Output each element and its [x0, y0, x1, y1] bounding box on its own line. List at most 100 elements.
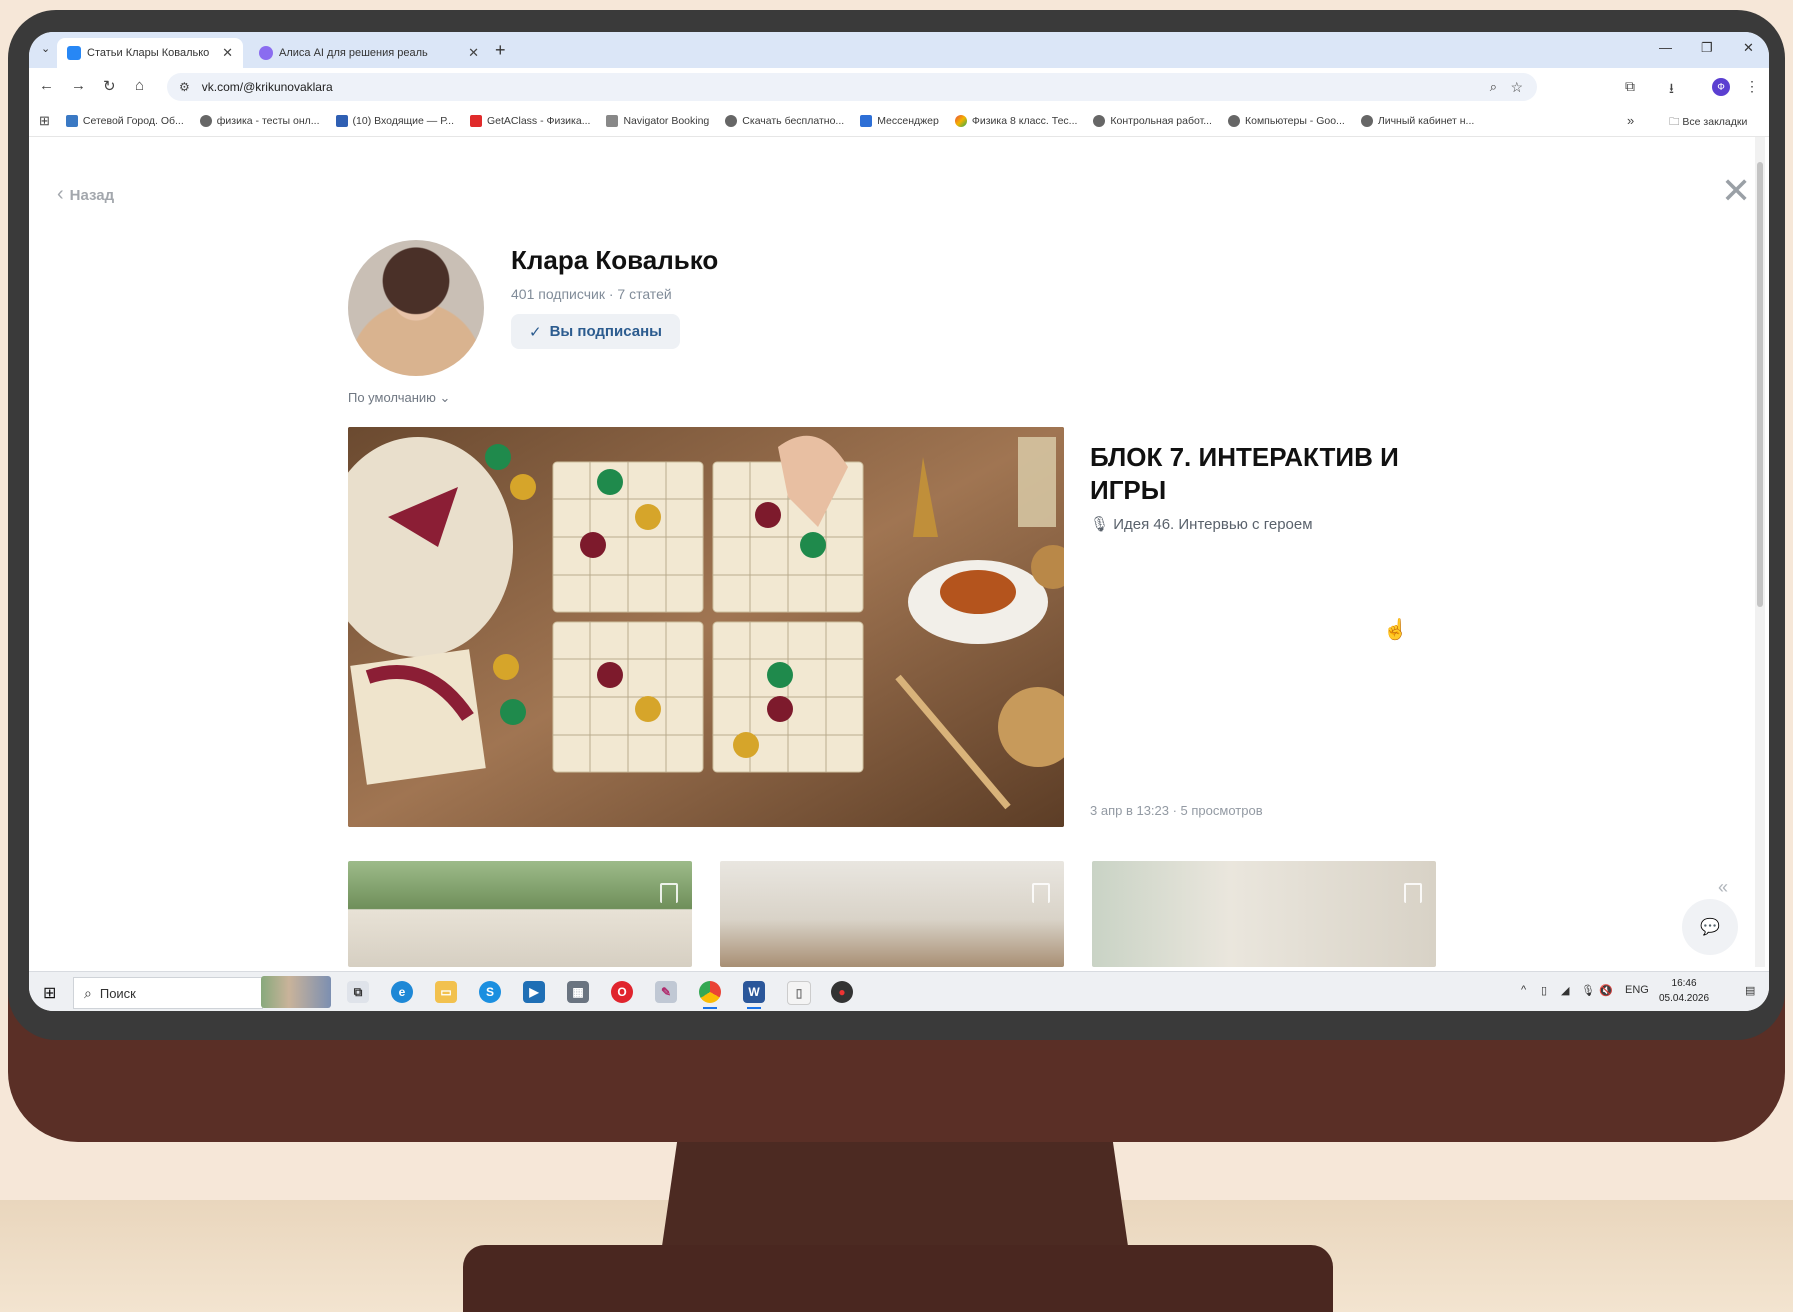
bookmark-item[interactable]: Контрольная работ...: [1093, 115, 1212, 127]
screen: ⌄ Статьи Клары Ковалько ✕ Алиса AI для р…: [29, 32, 1769, 1011]
bookmark-item[interactable]: Компьютеры - Goo...: [1227, 115, 1345, 127]
search-highlight-image[interactable]: [261, 976, 331, 1008]
windows-start-icon[interactable]: ⊞: [43, 983, 56, 1003]
chevron-left-icon: ‹: [57, 183, 64, 205]
menu-kebab-icon[interactable]: ⋮: [1745, 78, 1759, 95]
home-icon[interactable]: ⌂: [135, 77, 144, 94]
bookmark-icon[interactable]: [660, 883, 678, 903]
article-card-thumbnail[interactable]: [720, 861, 1064, 967]
site-settings-icon[interactable]: ⚙: [179, 80, 190, 94]
game-boards-illustration: [348, 427, 1064, 827]
all-bookmarks-button[interactable]: 🗀 Все закладки: [1669, 114, 1747, 132]
forward-arrow-icon[interactable]: →: [71, 77, 86, 94]
back-arrow-icon[interactable]: ←: [39, 77, 54, 94]
navigator-icon: [606, 115, 619, 127]
author-stats: 401 подписчик · 7 статей: [511, 286, 672, 302]
collapse-double-chevron-icon[interactable]: «: [1718, 877, 1728, 898]
paint-icon[interactable]: ✎: [655, 981, 677, 1003]
bookmark-item[interactable]: Navigator Booking: [606, 115, 709, 127]
bookmark-label: Скачать бесплатно...: [742, 115, 845, 127]
recorder-icon[interactable]: ●: [831, 981, 853, 1003]
reload-icon[interactable]: ↻: [103, 77, 116, 95]
bookmark-label: Мессенджер: [877, 115, 939, 127]
bookmark-icon[interactable]: [1032, 883, 1050, 903]
bookmark-item[interactable]: Физика 8 класс. Тес...: [954, 115, 1077, 127]
restore-icon[interactable]: ❐: [1701, 40, 1713, 56]
tab-vk-articles[interactable]: Статьи Клары Ковалько ✕: [57, 38, 243, 68]
featured-article-meta: 3 апр в 13:23 · 5 просмотров: [1090, 803, 1263, 818]
tab-title: Алиса AI для решения реаль: [279, 47, 428, 59]
download-icon[interactable]: ⭳: [1669, 78, 1674, 102]
author-name[interactable]: Клара Ковалько: [511, 245, 718, 276]
bookmark-item[interactable]: Личный кабинет н...: [1360, 115, 1475, 127]
word-icon[interactable]: W: [743, 981, 765, 1009]
tab-strip: ⌄ Статьи Клары Ковалько ✕ Алиса AI для р…: [29, 32, 1769, 68]
calculator-icon[interactable]: ▦: [567, 981, 589, 1003]
grid-icon: [65, 115, 78, 127]
bookmark-item[interactable]: (10) Входящие — Р...: [335, 115, 454, 127]
apps-grid-icon[interactable]: ⊞: [39, 113, 50, 129]
bookmark-label: Navigator Booking: [623, 115, 710, 127]
wifi-icon[interactable]: ◢: [1561, 984, 1569, 997]
chat-bubble-icon[interactable]: 💬: [1682, 899, 1738, 955]
speaker-muted-icon[interactable]: 🔇: [1599, 984, 1613, 997]
check-icon: ✓: [529, 323, 542, 341]
back-link[interactable]: ‹ Назад: [57, 183, 114, 206]
sort-label: По умолчанию: [348, 390, 436, 405]
page-content: ‹ Назад ✕ Клара Ковалько 401 подписчик · …: [29, 137, 1769, 967]
bookmark-item[interactable]: физика - тесты онл...: [199, 115, 320, 127]
system-clock[interactable]: 16:46 05.04.2026: [1659, 976, 1709, 1006]
bookmark-star-icon[interactable]: ☆: [1510, 79, 1523, 96]
article-card-thumbnail[interactable]: [348, 861, 692, 967]
article-card-thumbnail[interactable]: [1092, 861, 1436, 967]
tab-alice-ai[interactable]: Алиса AI для решения реаль ✕: [249, 38, 489, 68]
globe-icon: [725, 115, 738, 127]
sort-dropdown[interactable]: По умолчанию ⌄: [348, 390, 450, 406]
bookmark-item[interactable]: GetAClass - Физика...: [470, 115, 590, 127]
bookmarks-overflow-button[interactable]: »: [1627, 113, 1634, 128]
globe-icon: [1227, 115, 1240, 127]
profile-avatar[interactable]: Ф: [1712, 78, 1730, 96]
address-bar[interactable]: ⚙ vk.com/@krikunovaklara ⌕ ☆: [167, 73, 1537, 101]
document-icon[interactable]: ▯: [787, 981, 811, 1005]
chrome-icon[interactable]: [699, 981, 721, 1009]
microphone-icon[interactable]: 🎙: [1581, 984, 1595, 997]
bookmark-label: Личный кабинет н...: [1377, 115, 1475, 127]
bookmark-icon[interactable]: [1404, 883, 1422, 903]
monitor-base: [463, 1245, 1333, 1312]
taskbar-search[interactable]: ⌕ Поиск: [73, 977, 263, 1009]
task-view-icon[interactable]: ⧉: [347, 981, 369, 1003]
zoom-icon[interactable]: ⌕: [1490, 79, 1497, 95]
bookmarks-bar: ⊞ Сетевой Город. Об... физика - тесты он…: [29, 106, 1769, 137]
new-tab-plus-icon[interactable]: +: [495, 40, 506, 61]
scrollbar-thumb[interactable]: [1757, 162, 1763, 607]
skype-icon[interactable]: S: [479, 981, 501, 1003]
battery-icon[interactable]: ▯: [1541, 984, 1547, 997]
bookmark-label: Контрольная работ...: [1110, 115, 1212, 127]
opera-icon[interactable]: O: [611, 981, 633, 1003]
tab-search-chevron-icon[interactable]: ⌄: [41, 42, 50, 55]
input-language[interactable]: ENG: [1625, 984, 1649, 996]
file-explorer-icon[interactable]: ▭: [435, 981, 457, 1003]
tab-close-icon[interactable]: ✕: [222, 45, 233, 61]
window-close-icon[interactable]: ✕: [1743, 40, 1754, 56]
featured-article-title[interactable]: БЛОК 7. ИНТЕРАКТИВ И ИГРЫ: [1090, 441, 1430, 507]
edge-icon[interactable]: e: [391, 981, 413, 1003]
extensions-icon[interactable]: ⧉: [1625, 78, 1635, 95]
tab-title: Статьи Клары Ковалько: [87, 47, 210, 59]
featured-article-image[interactable]: [348, 427, 1064, 827]
media-app-icon[interactable]: ▶: [523, 981, 545, 1003]
minimize-icon[interactable]: —: [1659, 40, 1672, 55]
chevron-down-icon: ⌄: [439, 390, 451, 405]
avatar[interactable]: [348, 240, 484, 376]
bookmark-item[interactable]: Скачать бесплатно...: [725, 115, 844, 127]
subscribed-button[interactable]: ✓ Вы подписаны: [511, 314, 680, 349]
bookmark-item[interactable]: Сетевой Город. Об...: [65, 115, 184, 127]
tab-close-icon[interactable]: ✕: [468, 45, 479, 61]
notifications-icon[interactable]: ▤: [1745, 984, 1755, 997]
youtube-icon: [470, 115, 482, 127]
bookmark-item[interactable]: Мессенджер: [860, 115, 939, 127]
tray-chevron-up-icon[interactable]: ^: [1521, 984, 1526, 996]
subscribed-label: Вы подписаны: [549, 323, 662, 340]
close-icon[interactable]: ✕: [1721, 173, 1751, 209]
